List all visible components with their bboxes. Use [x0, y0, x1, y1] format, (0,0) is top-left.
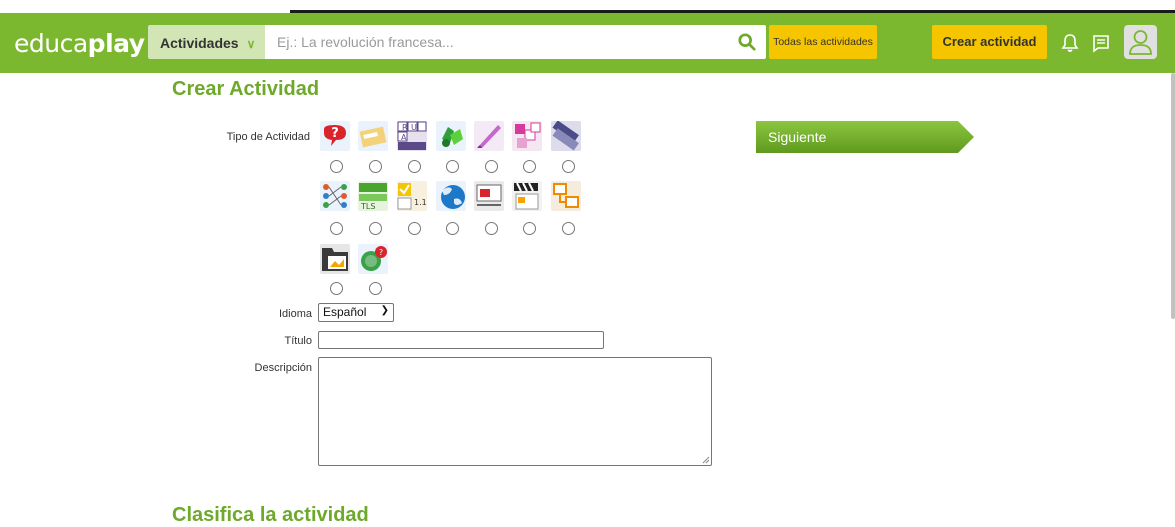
- svg-text:1.1: 1.1: [414, 198, 427, 207]
- page-title: Crear Actividad: [172, 78, 320, 100]
- educaplay-logo[interactable]: educaplay: [14, 29, 145, 58]
- map-icon[interactable]: [436, 181, 466, 211]
- resize-handle-icon[interactable]: [702, 456, 710, 464]
- classify-section-title: Clasifica la actividad: [172, 504, 369, 526]
- fill-blanks-icon[interactable]: [358, 121, 388, 151]
- description-textarea[interactable]: [318, 357, 712, 466]
- activity-radio-presentation[interactable]: [485, 222, 498, 235]
- user-avatar[interactable]: [1124, 25, 1157, 59]
- next-button[interactable]: Siguiente: [756, 121, 974, 153]
- messages-icon[interactable]: [1090, 32, 1112, 54]
- activity-radio-slideshow[interactable]: [330, 282, 343, 295]
- search-box: [265, 25, 766, 59]
- video-quiz-icon[interactable]: [512, 181, 542, 211]
- activity-radio-word-order[interactable]: [562, 160, 575, 173]
- language-select-value: Español: [323, 305, 367, 319]
- activity-radio-alphabet[interactable]: [369, 222, 382, 235]
- search-input[interactable]: [265, 25, 725, 59]
- next-button-label: Siguiente: [768, 129, 827, 145]
- title-label: Título: [284, 335, 312, 347]
- create-activity-button[interactable]: Crear actividad: [932, 25, 1047, 59]
- top-navbar: educaplay Actividades ∨ Todas las activid…: [0, 13, 1175, 73]
- activities-dropdown-button[interactable]: Actividades ∨: [148, 25, 265, 59]
- language-select[interactable]: Español ❯: [318, 303, 394, 322]
- chevron-down-icon: ❯: [380, 305, 389, 316]
- word-search-icon[interactable]: RUA: [397, 121, 427, 151]
- activity-radio-dialogue[interactable]: [369, 282, 382, 295]
- word-order-icon[interactable]: [551, 121, 581, 151]
- puzzle-icon[interactable]: [436, 121, 466, 151]
- language-label: Idioma: [278, 308, 312, 320]
- activity-radio-matching[interactable]: [408, 222, 421, 235]
- svg-text:?: ?: [379, 248, 383, 257]
- activity-radio-word-search[interactable]: [408, 160, 421, 173]
- crossword-icon[interactable]: [512, 121, 542, 151]
- alphabet-icon[interactable]: TLS: [358, 181, 388, 211]
- presentation-icon[interactable]: [474, 181, 504, 211]
- user-icon: [1129, 30, 1152, 55]
- diagram-icon[interactable]: [551, 181, 581, 211]
- activity-radio-writing[interactable]: [485, 160, 498, 173]
- slideshow-icon[interactable]: [320, 244, 350, 274]
- relate-icon[interactable]: [320, 181, 350, 211]
- matching-icon[interactable]: 1.1: [397, 181, 427, 211]
- svg-text:A: A: [401, 133, 407, 142]
- activities-label: Actividades: [160, 35, 239, 51]
- chevron-down-icon: ∨: [246, 37, 256, 51]
- activity-type-label: Tipo de Actividad: [226, 131, 310, 143]
- quiz-icon[interactable]: ?: [320, 121, 350, 151]
- activity-radio-map[interactable]: [446, 222, 459, 235]
- dialogue-icon[interactable]: ?: [358, 244, 388, 274]
- window-top-strip: [0, 0, 1175, 13]
- svg-text:R: R: [402, 123, 408, 132]
- writing-icon[interactable]: [474, 121, 504, 151]
- activity-radio-relate[interactable]: [330, 222, 343, 235]
- description-label: Descripción: [254, 362, 312, 374]
- activity-radio-video-quiz[interactable]: [523, 222, 536, 235]
- activity-radio-crossword[interactable]: [523, 160, 536, 173]
- activity-radio-diagram[interactable]: [562, 222, 575, 235]
- title-input[interactable]: [318, 331, 604, 349]
- svg-text:U: U: [411, 123, 417, 132]
- activity-radio-fill-blanks[interactable]: [369, 160, 382, 173]
- all-activities-button[interactable]: Todas las actividades: [769, 25, 877, 59]
- logo-text-bold: play: [87, 29, 145, 58]
- logo-text-light: educa: [14, 29, 88, 58]
- activity-radio-quiz[interactable]: [330, 160, 343, 173]
- svg-text:?: ?: [331, 126, 339, 141]
- activity-radio-puzzle[interactable]: [446, 160, 459, 173]
- search-icon[interactable]: [738, 33, 756, 51]
- bell-icon[interactable]: [1059, 32, 1081, 54]
- svg-text:TLS: TLS: [360, 202, 375, 211]
- page-scrollbar[interactable]: [1171, 73, 1175, 319]
